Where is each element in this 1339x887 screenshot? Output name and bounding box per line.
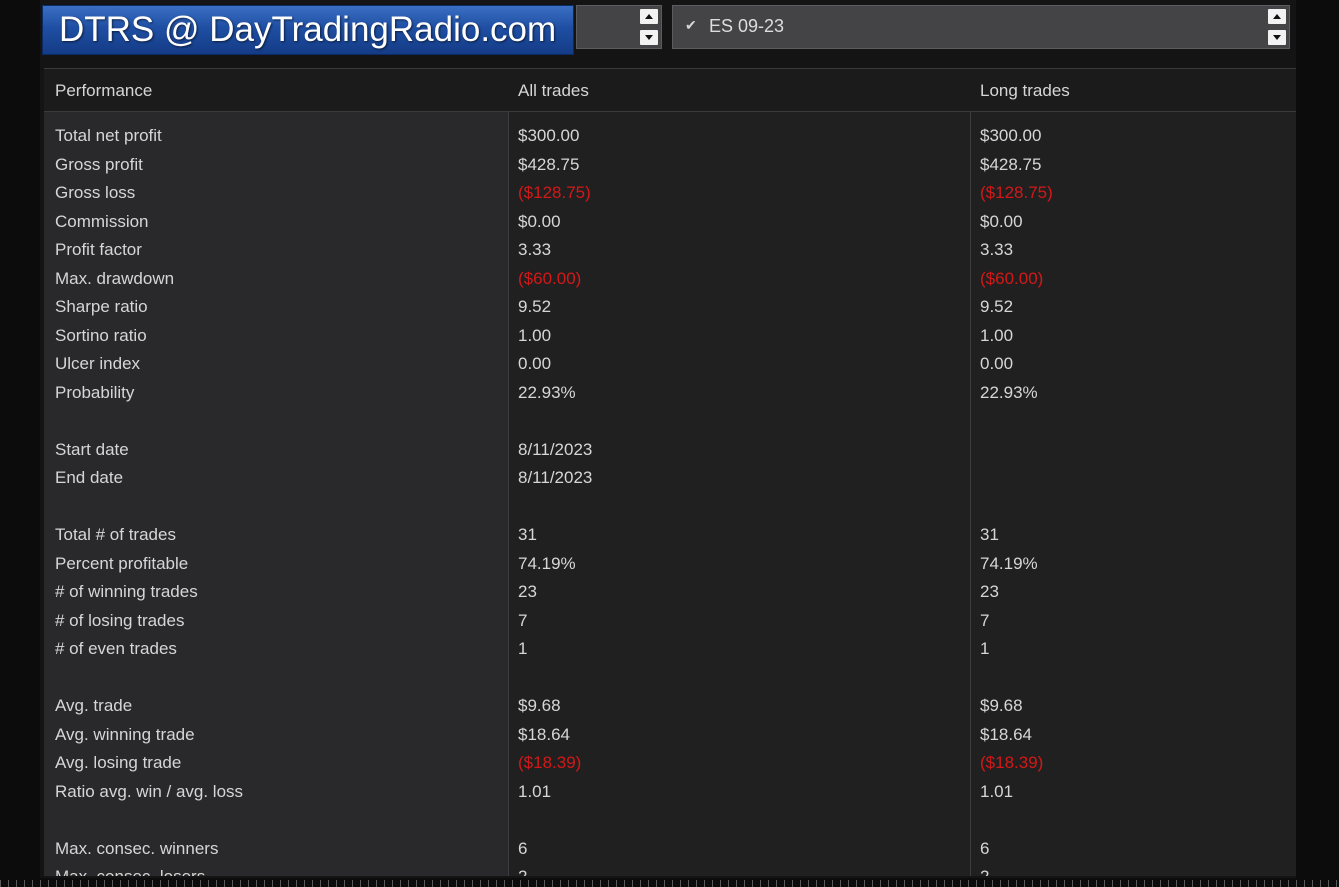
row-all-trades-value: ($128.75) — [518, 183, 591, 202]
strategy-performance-window: DTRS @ DayTradingRadio.com ✔ ES 09-23 Pe… — [40, 0, 1296, 878]
row-label: # of losing trades — [55, 610, 185, 630]
row-all-trades-value: 23 — [518, 582, 537, 601]
instrument-value: ES 09-23 — [709, 16, 785, 36]
row-all-trades-value: 22.93% — [518, 382, 576, 402]
row-all-trades-value: $0.00 — [518, 211, 561, 231]
strategy-selector[interactable] — [576, 5, 662, 49]
row-all-trades-value: 8/11/2023 — [518, 439, 593, 459]
row-label: Max. consec. losers — [55, 867, 205, 876]
row-long-trades-value: 23 — [980, 582, 999, 601]
row-label: Total net profit — [55, 126, 162, 145]
row-all-trades-value: 9.52 — [518, 297, 552, 316]
instrument-selector[interactable]: ✔ ES 09-23 — [672, 5, 1290, 49]
row-all-trades-value: $18.64 — [518, 724, 570, 744]
row-all-trades-value: 0.00 — [518, 354, 552, 373]
row-label: Profit factor — [55, 240, 142, 259]
row-long-trades-value: 9.52 — [980, 297, 1014, 316]
row-label: Total # of trades — [55, 525, 176, 544]
row-label: Ulcer index — [55, 354, 141, 373]
row-label: Start date — [55, 439, 129, 459]
performance-grid: Performance All trades Long trades Total… — [44, 68, 1296, 876]
row-long-trades-value: 3.33 — [980, 240, 1014, 259]
row-long-trades-value: 1.01 — [980, 781, 1014, 801]
row-all-trades-value: ($60.00) — [518, 268, 582, 288]
row-long-trades-value: $300.00 — [980, 126, 1042, 145]
row-long-trades-value: ($18.39) — [980, 753, 1044, 772]
spin-down-icon[interactable] — [640, 30, 658, 45]
checkmark-icon: ✔ — [685, 17, 697, 33]
row-long-trades-value: $428.75 — [980, 154, 1042, 174]
row-long-trades-value: 31 — [980, 525, 999, 544]
row-long-trades-value: 6 — [980, 838, 990, 858]
row-all-trades-value: 6 — [518, 838, 528, 858]
row-label: Avg. winning trade — [55, 724, 195, 744]
toolbar: DTRS @ DayTradingRadio.com ✔ ES 09-23 — [40, 0, 1296, 62]
row-long-trades-value: $9.68 — [980, 696, 1023, 715]
row-label: # of even trades — [55, 639, 177, 658]
row-all-trades-value: $428.75 — [518, 154, 580, 174]
row-long-trades-value: ($60.00) — [980, 268, 1044, 288]
row-long-trades-value: 1 — [980, 639, 990, 658]
row-label: Gross profit — [55, 154, 143, 174]
timeline-ticks — [0, 880, 1339, 887]
row-label: Ratio avg. win / avg. loss — [55, 781, 244, 801]
row-all-trades-value: ($18.39) — [518, 753, 582, 772]
row-all-trades-value: 31 — [518, 525, 537, 544]
row-label: Sharpe ratio — [55, 297, 148, 316]
row-long-trades-value: ($128.75) — [980, 183, 1053, 202]
row-label: End date — [55, 468, 124, 487]
row-long-trades-value: $0.00 — [980, 211, 1023, 231]
header-long-trades[interactable]: Long trades — [980, 81, 1070, 101]
row-label: Commission — [55, 211, 149, 231]
row-long-trades-value: 0.00 — [980, 354, 1014, 373]
row-label: Gross loss — [55, 183, 136, 202]
spin-down-icon[interactable] — [1268, 30, 1286, 45]
row-long-trades-value: 74.19% — [980, 553, 1038, 573]
row-all-trades-value: $300.00 — [518, 126, 580, 145]
row-label: Avg. losing trade — [55, 753, 182, 772]
row-long-trades-value: 7 — [980, 610, 990, 630]
row-long-trades-value: 2 — [980, 867, 989, 876]
row-label: Probability — [55, 382, 135, 402]
row-all-trades-value: 1.01 — [518, 781, 552, 801]
spin-up-icon[interactable] — [640, 9, 658, 24]
row-all-trades-value: $9.68 — [518, 696, 561, 715]
row-long-trades-value: $18.64 — [980, 724, 1032, 744]
column-divider[interactable] — [970, 69, 971, 876]
row-all-trades-value: 74.19% — [518, 553, 576, 573]
row-all-trades-value: 7 — [518, 610, 528, 630]
row-label: Max. drawdown — [55, 268, 175, 288]
header-performance[interactable]: Performance — [55, 81, 152, 101]
row-all-trades-value: 2 — [518, 867, 527, 876]
row-label: Sortino ratio — [55, 325, 147, 345]
spin-up-icon[interactable] — [1268, 9, 1286, 24]
branding-banner: DTRS @ DayTradingRadio.com — [42, 5, 574, 55]
row-all-trades-value: 1 — [518, 639, 528, 658]
row-long-trades-value: 1.00 — [980, 325, 1014, 345]
row-all-trades-value: 8/11/2023 — [518, 468, 593, 487]
row-all-trades-value: 1.00 — [518, 325, 552, 345]
row-label: Max. consec. winners — [55, 838, 219, 858]
header-all-trades[interactable]: All trades — [518, 81, 589, 101]
row-label: Percent profitable — [55, 553, 189, 573]
column-divider[interactable] — [508, 69, 509, 876]
row-label: Avg. trade — [55, 696, 133, 715]
row-long-trades-value: 22.93% — [980, 382, 1038, 402]
row-label: # of winning trades — [55, 582, 198, 601]
row-all-trades-value: 3.33 — [518, 240, 552, 259]
grid-header-row: Performance All trades Long trades — [44, 69, 1296, 112]
